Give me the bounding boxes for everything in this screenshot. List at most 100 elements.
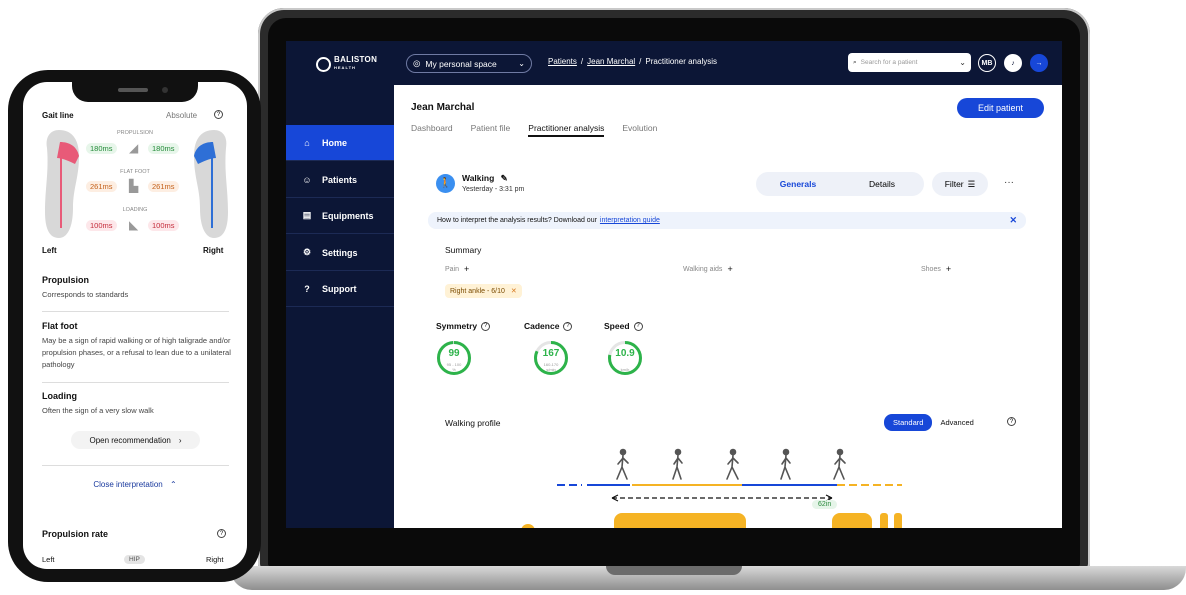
sidebar-item-patients[interactable]: ☺ Patients	[286, 162, 394, 198]
distance-label: 62in	[812, 500, 838, 509]
info-banner-text: How to interpret the analysis results? D…	[437, 217, 597, 224]
sidebar-item-equipments[interactable]: ▤ Equipments	[286, 198, 394, 234]
distance-arrow	[611, 494, 833, 502]
brand-logo[interactable]: BALISTON HEALTH	[316, 56, 377, 72]
advanced-button[interactable]: Advanced	[940, 418, 973, 427]
breadcrumb: Patients / Jean Marchal / Practitioner a…	[548, 57, 717, 66]
section-title: Propulsion	[42, 275, 89, 285]
filter-icon: ☰	[967, 178, 976, 189]
sidebar-item-label: Patients	[322, 174, 358, 185]
filter-button[interactable]: Filter ☰	[932, 172, 988, 196]
more-options-icon[interactable]: ···	[1004, 177, 1014, 188]
sidebar-item-support[interactable]: ? Support	[286, 271, 394, 307]
gait-mode-toggle[interactable]: Absolute	[166, 111, 197, 120]
tab-practitioner-analysis[interactable]: Practitioner analysis	[528, 123, 605, 137]
phone-camera	[162, 87, 168, 93]
help-icon[interactable]: ?	[481, 321, 491, 331]
tab-generals[interactable]: Generals	[756, 179, 840, 189]
walker-icon	[833, 448, 846, 480]
foot-right-label: Right	[203, 246, 224, 255]
foot-marker	[521, 524, 535, 528]
view-toggle: Generals Details	[756, 172, 924, 196]
metric-speed-title: Speed ?	[604, 321, 643, 331]
close-interpretation-button[interactable]: Close interpretation ⌃	[23, 480, 247, 489]
sidebar-item-settings[interactable]: ⚙ Settings	[286, 235, 394, 271]
breadcrumb-patients[interactable]: Patients	[548, 57, 577, 66]
breadcrumb-current: Practitioner analysis	[645, 57, 717, 66]
section-text: Often the sign of a very slow walk	[42, 406, 154, 415]
help-icon[interactable]: ?	[633, 321, 643, 331]
edit-patient-button[interactable]: Edit patient	[957, 98, 1044, 118]
tab-evolution[interactable]: Evolution	[622, 123, 657, 137]
metric-symmetry-gauge: 99 95 - 100%	[436, 340, 472, 376]
metric-symmetry-title: Symmetry ?	[436, 321, 491, 331]
propulsion-right-value: 180ms	[148, 143, 179, 154]
tab-patient-file[interactable]: Patient file	[471, 123, 511, 137]
session-time: Yesterday - 3:31 pm	[462, 186, 525, 193]
close-icon[interactable]: ✕	[1009, 215, 1017, 226]
breadcrumb-separator: /	[639, 57, 642, 66]
space-select[interactable]: ◎ My personal space ⌄	[406, 54, 532, 73]
chevron-right-icon: ›	[178, 435, 182, 445]
chevron-down-icon: ⌄	[518, 59, 525, 68]
logout-icon[interactable]: →	[1030, 54, 1048, 72]
breadcrumb-separator: /	[580, 57, 584, 66]
foot-bar	[832, 513, 872, 528]
open-recommendation-button[interactable]: Open recommendation ›	[71, 431, 200, 449]
home-icon: ⌂	[304, 137, 310, 148]
avatar[interactable]: MB	[978, 54, 996, 72]
session-title: Walking ✎	[462, 173, 508, 184]
interpretation-guide-link[interactable]: interpretation guide	[600, 217, 660, 224]
sidebar-item-home[interactable]: ⌂ Home	[286, 125, 394, 161]
summary-pain: Pain +	[445, 265, 469, 274]
remove-tag-icon[interactable]: ✕	[511, 287, 517, 295]
standard-button[interactable]: Standard	[884, 414, 933, 431]
metric-cadence-title: Cadence ?	[524, 321, 573, 331]
section-text: May be a sign of rapid walking or of hig…	[42, 336, 231, 369]
metric-value: 10.9	[615, 348, 635, 359]
foot-flat-icon: ▙	[129, 179, 139, 193]
tab-details[interactable]: Details	[840, 179, 924, 189]
pencil-icon[interactable]: ✎	[501, 173, 508, 183]
tab-dashboard[interactable]: Dashboard	[411, 123, 453, 137]
divider	[42, 382, 229, 383]
help-icon[interactable]: ?	[1007, 417, 1016, 426]
open-recommendation-label: Open recommendation	[89, 435, 171, 445]
filter-label: Filter	[944, 179, 964, 189]
flat-foot-left-value: 261ms	[86, 181, 117, 192]
walker-icon	[672, 448, 683, 480]
foot-bar	[880, 513, 888, 528]
phone-speaker	[118, 88, 148, 92]
laptop-notch	[606, 566, 742, 575]
left-foot-icon	[45, 130, 79, 238]
add-pain-icon[interactable]: +	[464, 265, 469, 274]
foot-bar	[894, 513, 902, 528]
breadcrumb-patient[interactable]: Jean Marchal	[587, 57, 635, 66]
chevron-down-icon: ⌄	[959, 58, 966, 67]
propulsion-rate-right: Right	[206, 555, 224, 564]
help-icon[interactable]: ?	[563, 321, 573, 331]
phase-label-loading: LOADING	[122, 207, 148, 213]
add-walking-aid-icon[interactable]: +	[727, 265, 732, 274]
session-title-text: Walking	[462, 173, 495, 183]
phase-label-propulsion: PROPULSION	[116, 130, 154, 136]
add-shoes-icon[interactable]: +	[946, 265, 951, 274]
help-icon[interactable]: ?	[217, 529, 226, 538]
walker-icon	[726, 448, 739, 480]
metric-unit: %	[452, 367, 456, 372]
summary-title: Summary	[445, 245, 482, 255]
info-banner: How to interpret the analysis results? D…	[428, 212, 1026, 229]
walking-profile-toggle: Standard Advanced	[884, 414, 974, 431]
divider	[42, 311, 229, 312]
help-icon[interactable]: ?	[214, 110, 223, 119]
gear-icon: ⚙	[302, 247, 312, 257]
page-title: Jean Marchal	[411, 102, 475, 113]
metric-value: 99	[448, 348, 460, 359]
pain-tag-label: Right ankle - 6/10	[450, 287, 505, 295]
search-input[interactable]: ⌕ Search for a patient ⌄	[848, 53, 971, 72]
bell-icon[interactable]: ♪	[1004, 54, 1022, 72]
space-select-label: My personal space	[425, 58, 497, 69]
brand-sub: HEALTH	[334, 65, 356, 70]
summary-pain-label: Pain	[445, 266, 460, 273]
foot-bar	[614, 513, 746, 528]
